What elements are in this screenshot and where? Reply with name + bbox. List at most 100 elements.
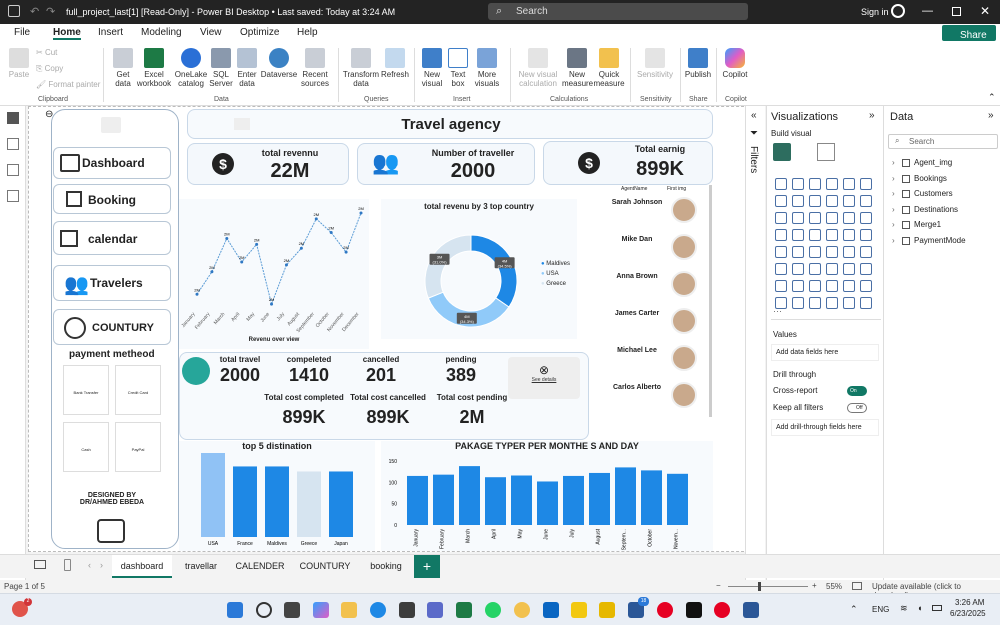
maximize-icon[interactable] xyxy=(952,7,961,16)
account-icon[interactable] xyxy=(891,4,905,18)
linkedin-icon[interactable] xyxy=(543,602,559,618)
chevron-right-icon[interactable]: › xyxy=(892,205,895,214)
visual-type-icon[interactable] xyxy=(792,212,804,224)
visual-type-icon[interactable] xyxy=(860,212,872,224)
data-search-input[interactable]: ⌕ Search xyxy=(888,134,998,149)
save-icon[interactable] xyxy=(8,5,20,17)
chevron-right-icon[interactable]: › xyxy=(892,158,895,167)
nav-calendar[interactable]: calendar xyxy=(53,221,171,255)
visual-type-icon[interactable] xyxy=(860,229,872,241)
copilot-button[interactable]: Copilot xyxy=(720,48,750,79)
sign-in-link[interactable]: Sign in xyxy=(861,7,889,17)
start-icon[interactable] xyxy=(227,602,243,618)
tray-chevron-icon[interactable]: ⌃ xyxy=(850,604,858,615)
visual-type-icon[interactable] xyxy=(775,178,787,190)
text-box-button[interactable]: Text box xyxy=(446,48,470,88)
cut-button[interactable]: ✂ Cut xyxy=(36,48,57,57)
sensitivity-button[interactable]: Sensitivity xyxy=(634,48,676,79)
values-dropzone[interactable]: Add data fields here xyxy=(771,344,879,361)
recent-sources-button[interactable]: Recent sources xyxy=(298,48,332,88)
payment-bank-transfer[interactable]: Bank Transfer xyxy=(63,365,109,415)
visual-type-icon[interactable] xyxy=(860,246,872,258)
visual-type-icon[interactable] xyxy=(792,263,804,275)
zoom-slider[interactable] xyxy=(728,586,808,587)
store-icon[interactable] xyxy=(399,602,415,618)
desktop-view-icon[interactable] xyxy=(34,560,46,569)
enter-data-button[interactable]: Enter data xyxy=(234,48,260,88)
onelake-button[interactable]: OneLake catalog xyxy=(172,48,210,88)
data-table-destinations[interactable]: Destinations xyxy=(914,205,958,214)
visual-type-icon[interactable] xyxy=(809,195,821,207)
payment-credit-card[interactable]: Credit Card xyxy=(115,365,161,415)
visual-type-icon[interactable] xyxy=(826,178,838,190)
agents-scrollbar[interactable] xyxy=(709,185,712,417)
visual-type-icon[interactable] xyxy=(843,195,855,207)
visual-type-icon[interactable] xyxy=(792,178,804,190)
powerbi-alt-icon[interactable] xyxy=(599,602,615,618)
data-table-customers[interactable]: Customers xyxy=(914,189,953,198)
visual-type-icon[interactable] xyxy=(826,246,838,258)
next-page-icon[interactable]: › xyxy=(100,560,103,570)
zoom-handle[interactable] xyxy=(758,582,761,591)
paste-button[interactable]: Paste xyxy=(6,48,32,79)
undo-icon[interactable]: ↶ xyxy=(30,5,39,18)
new-measure-button[interactable]: New measure xyxy=(562,48,593,88)
format-visual-icon[interactable] xyxy=(817,143,835,161)
visual-type-icon[interactable] xyxy=(792,280,804,292)
visual-type-icon[interactable] xyxy=(792,195,804,207)
volume-icon[interactable]: ◖ xyxy=(917,603,922,613)
visual-type-icon[interactable] xyxy=(809,229,821,241)
menu-insert[interactable]: Insert xyxy=(98,27,123,38)
transform-data-button[interactable]: Transform data xyxy=(342,48,380,88)
agents-table[interactable]: AgentName First img Sarah Johnson Mike Da… xyxy=(607,185,713,417)
visual-type-icon[interactable] xyxy=(775,229,787,241)
data-table-merge1[interactable]: Merge1 xyxy=(914,220,941,229)
table-view-icon[interactable] xyxy=(7,138,19,150)
publish-button[interactable]: Publish xyxy=(684,48,712,79)
visual-type-icon[interactable] xyxy=(843,280,855,292)
payment-cash[interactable]: Cash xyxy=(63,422,109,472)
visual-type-icon[interactable] xyxy=(775,246,787,258)
search-input[interactable]: ⌕ Search xyxy=(488,3,748,20)
excel-workbook-button[interactable]: Excel workbook xyxy=(136,48,172,88)
keep-filters-toggle[interactable]: Off xyxy=(847,403,867,413)
visual-type-icon[interactable] xyxy=(826,229,838,241)
nav-country[interactable]: COUNTURY xyxy=(53,309,171,345)
refresh-button[interactable]: Refresh xyxy=(380,48,410,79)
visual-type-icon[interactable] xyxy=(826,212,838,224)
menu-optimize[interactable]: Optimize xyxy=(240,27,279,38)
format-painter-button[interactable]: 🖌 Format painter xyxy=(36,80,100,89)
copy-button[interactable]: ⎘ Copy xyxy=(36,64,63,73)
visual-type-icon[interactable] xyxy=(809,280,821,292)
chevron-right-icon[interactable]: › xyxy=(892,236,895,245)
country-donut-chart[interactable]: total revenu by 3 top country 4M (34.5%) 4… xyxy=(381,199,577,339)
visual-type-icon[interactable] xyxy=(809,246,821,258)
data-table-paymentmode[interactable]: PaymentMode xyxy=(914,236,966,245)
visual-type-icon[interactable] xyxy=(809,178,821,190)
visual-type-icon[interactable] xyxy=(809,297,821,309)
get-data-button[interactable]: Get data xyxy=(108,48,138,88)
visual-type-icon[interactable] xyxy=(843,178,855,190)
collapse-ribbon-icon[interactable]: ⌃ xyxy=(988,92,996,103)
more-visuals-button[interactable]: More visuals xyxy=(470,48,504,88)
word-icon[interactable] xyxy=(743,602,759,618)
battery-icon[interactable] xyxy=(932,605,942,611)
excel-icon[interactable] xyxy=(456,602,472,618)
prev-page-icon[interactable]: ‹ xyxy=(88,560,91,570)
tab-travellar[interactable]: travellar xyxy=(174,555,228,578)
visual-type-icon[interactable] xyxy=(860,280,872,292)
chevron-right-icon[interactable]: › xyxy=(892,220,895,229)
data-table-bookings[interactable]: Bookings xyxy=(914,174,947,183)
visual-type-icon[interactable] xyxy=(809,263,821,275)
file-explorer-icon[interactable] xyxy=(341,602,357,618)
visual-type-icon[interactable] xyxy=(792,246,804,258)
chrome-icon[interactable] xyxy=(514,602,530,618)
app-icon[interactable] xyxy=(427,602,443,618)
pinterest-icon[interactable] xyxy=(657,602,673,618)
expand-icon[interactable]: » xyxy=(988,110,994,121)
new-visual-calculation-button[interactable]: New visual calculation xyxy=(514,48,562,88)
visual-type-icon[interactable] xyxy=(843,263,855,275)
x-icon[interactable] xyxy=(686,602,702,618)
add-page-button[interactable]: + xyxy=(414,555,440,578)
chevron-right-icon[interactable]: › xyxy=(892,174,895,183)
